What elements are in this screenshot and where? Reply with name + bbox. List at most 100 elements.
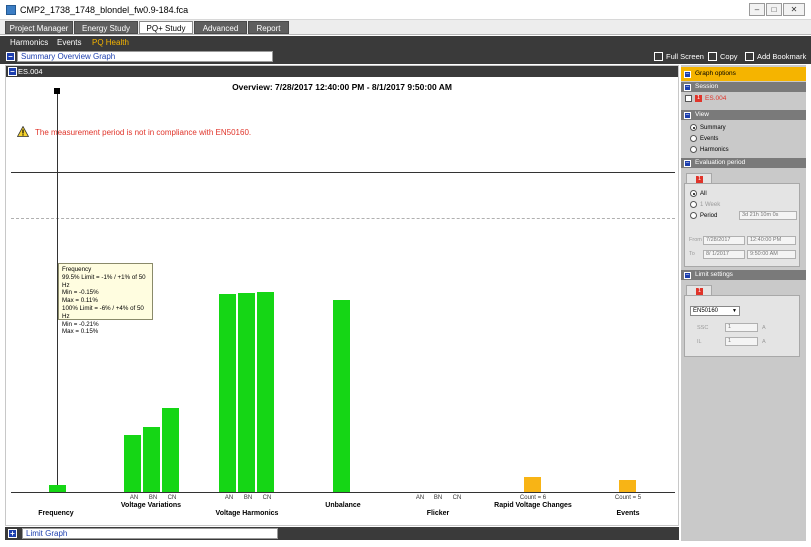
session-item-label: ES.004 [705,95,727,102]
limit-settings-label: Limit settings [695,271,733,278]
maximize-button[interactable]: □ [766,3,782,16]
to-date-field[interactable]: 8/ 1/2017 [703,250,745,259]
eval-period-radio[interactable]: Period [690,212,717,219]
view-harmonics-radio[interactable]: Harmonics [690,146,729,153]
window-title: CMP2_1738_1748_blondel_fw0.9-184.fca [20,5,189,15]
full-screen-button[interactable]: Full Screen [654,51,704,62]
add-bookmark-button[interactable]: Add Bookmark [745,51,806,62]
session-badge: 1 [695,95,702,102]
eval-all-label: All [700,190,707,197]
ssc-unit: A [762,325,766,331]
phase-label-fl-an: AN [415,495,425,501]
category-frequency: Frequency [38,510,74,517]
view-section-label: View [695,111,709,118]
summary-panel-title: Summary Overview Graph [17,51,273,62]
limit-line-dashed [11,218,675,219]
from-time-field[interactable]: 12:40:00 PM [747,236,796,245]
bookmark-icon [745,52,754,61]
phase-label-vh-bn: BN [243,495,253,501]
copy-button[interactable]: Copy [708,51,738,62]
ssc-label: SSC [697,325,709,331]
bar-frequency[interactable] [49,485,66,492]
to-label: To [689,251,695,257]
category-unbalance: Unbalance [325,502,361,509]
window-titlebar: CMP2_1738_1748_blondel_fw0.9-184.fca – □… [0,0,811,20]
standard-value: EN50160 [693,308,719,314]
tooltip-line: 99.5% Limit = -1% / +1% of 50 Hz [62,273,146,289]
ssc-field[interactable]: 1 [725,323,758,332]
overview-title: Overview: 7/28/2017 12:40:00 PM - 8/1/20… [232,82,452,92]
add-bookmark-label: Add Bookmark [757,52,807,61]
bar-voltage-harmonics-cn[interactable] [257,292,274,492]
app-icon [6,5,16,15]
phase-label-vv-bn: BN [148,495,158,501]
summary-graph-panel: – ES.004 Overview: 7/28/2017 12:40:00 PM… [5,65,679,526]
view-summary-label: Summary [700,124,726,131]
bar-voltage-variations-an[interactable] [124,435,141,492]
minimize-button[interactable]: – [749,3,765,16]
close-button[interactable]: ✕ [783,3,805,16]
il-field[interactable]: 1 [725,337,758,346]
eval-period-label: Period [700,212,718,219]
subnav-pq-health[interactable]: PQ Health [92,37,129,48]
main-tabbar: Project Manager Energy Study PQ+ Study A… [0,20,811,35]
session-item[interactable]: 1 ES.004 [685,95,726,102]
evaluation-section-header[interactable]: – Evaluation period [681,158,806,168]
bar-voltage-variations-bn[interactable] [143,427,160,492]
eval-all-radio[interactable]: All [690,190,707,197]
to-time-field[interactable]: 9:50:00 AM [747,250,796,259]
tab-advanced[interactable]: Advanced [194,21,247,34]
tab-pq-study[interactable]: PQ+ Study [139,21,193,34]
view-section-header[interactable]: – View [681,110,806,120]
session-section-label: Session [695,83,719,90]
from-date-field[interactable]: 7/28/2017 [703,236,745,245]
session-checkbox[interactable] [685,95,692,102]
view-events-label: Events [700,135,719,142]
chevron-down-icon: ▼ [732,308,737,314]
eval-week-radio[interactable]: 1 Week [690,201,720,208]
collapse-icon: – [684,71,691,78]
session-section-header[interactable]: – Session [681,82,806,92]
copy-icon [708,52,717,61]
window-controls: – □ ✕ [749,3,805,16]
period-duration-field[interactable]: 3d 21h 10m 0s [739,211,797,220]
x-axis-line [11,492,675,493]
il-label: IL [697,339,702,345]
cursor-handle-top[interactable] [54,88,60,94]
il-unit: A [762,339,766,345]
radio-dot [690,190,697,197]
collapse-icon: – [684,160,691,167]
graph-options-header[interactable]: – Graph options [681,67,806,81]
bar-events-count-5[interactable] [619,480,636,492]
warning-icon [17,126,29,137]
evaluation-panel: All 1 Week Period 3d 21h 10m 0s From 7/2… [684,183,800,267]
evaluation-badge: 1 [696,176,703,183]
standard-dropdown[interactable]: EN50160 ▼ [690,306,740,316]
limit-badge: 1 [696,288,703,295]
view-events-radio[interactable]: Events [690,135,718,142]
collapse-summary-button[interactable]: – [6,52,15,61]
bar-unbalance[interactable] [333,300,350,492]
copy-label: Copy [720,52,738,61]
tab-report[interactable]: Report [248,21,289,34]
session-header: – ES.004 [6,66,678,77]
view-summary-radio[interactable]: Summary [690,124,726,131]
subnav-events[interactable]: Events [57,37,81,48]
bar-voltage-variations-cn[interactable] [162,408,179,492]
eval-week-label: 1 Week [700,201,721,208]
collapse-session-button[interactable]: – [8,67,17,76]
phase-label-vh-an: AN [224,495,234,501]
limit-settings-header[interactable]: – Limit settings [681,270,806,280]
phase-label-fl-bn: BN [433,495,443,501]
bar-rapid-voltage-changes-count-6[interactable] [524,477,541,492]
limit-line-solid [11,172,675,173]
tooltip-line: Min = -0.21% [62,320,99,328]
expand-limit-graph-button[interactable]: + [8,529,17,538]
tab-energy-study[interactable]: Energy Study [74,21,138,34]
bar-voltage-harmonics-an[interactable] [219,294,236,492]
bar-voltage-harmonics-bn[interactable] [238,293,255,492]
collapse-icon: – [684,84,691,91]
compliance-warning: The measurement period is not in complia… [35,128,252,137]
subnav-harmonics[interactable]: Harmonics [10,37,48,48]
tab-project-manager[interactable]: Project Manager [5,21,73,34]
